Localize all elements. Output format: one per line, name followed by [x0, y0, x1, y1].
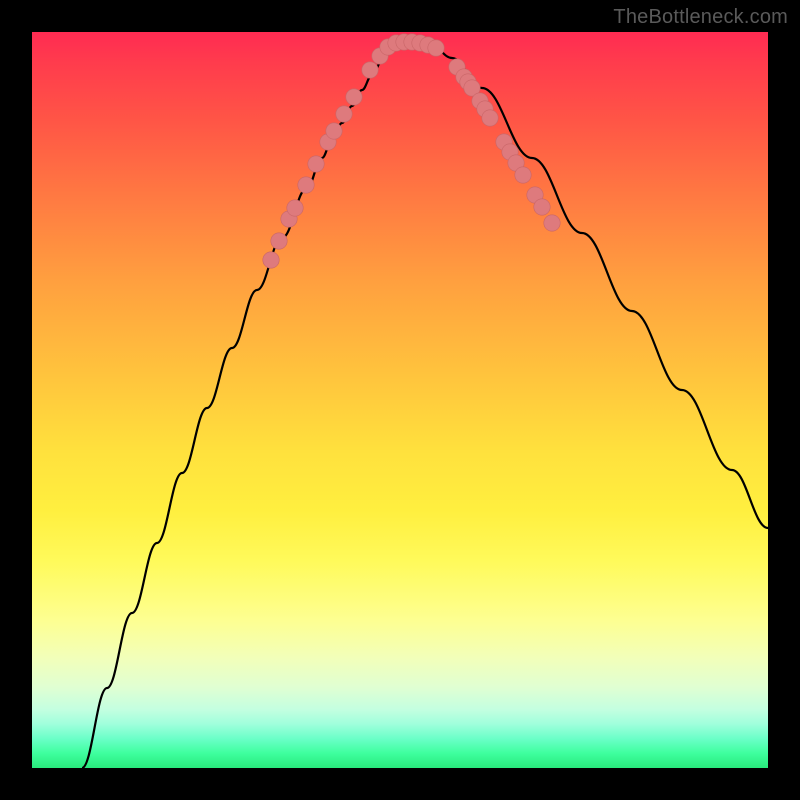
data-point	[534, 199, 550, 215]
data-point	[362, 62, 378, 78]
data-points-group	[263, 34, 560, 268]
data-point	[271, 233, 287, 249]
bottleneck-curve	[82, 43, 768, 768]
data-point	[544, 215, 560, 231]
data-point	[482, 110, 498, 126]
data-point	[336, 106, 352, 122]
data-point	[287, 200, 303, 216]
data-point	[428, 40, 444, 56]
data-point	[263, 252, 279, 268]
data-point	[308, 156, 324, 172]
chart-curve-group	[82, 43, 768, 768]
data-point	[515, 167, 531, 183]
watermark-text: TheBottleneck.com	[613, 6, 788, 29]
bottleneck-chart	[32, 32, 768, 768]
data-point	[326, 123, 342, 139]
data-point	[298, 177, 314, 193]
data-point	[346, 89, 362, 105]
